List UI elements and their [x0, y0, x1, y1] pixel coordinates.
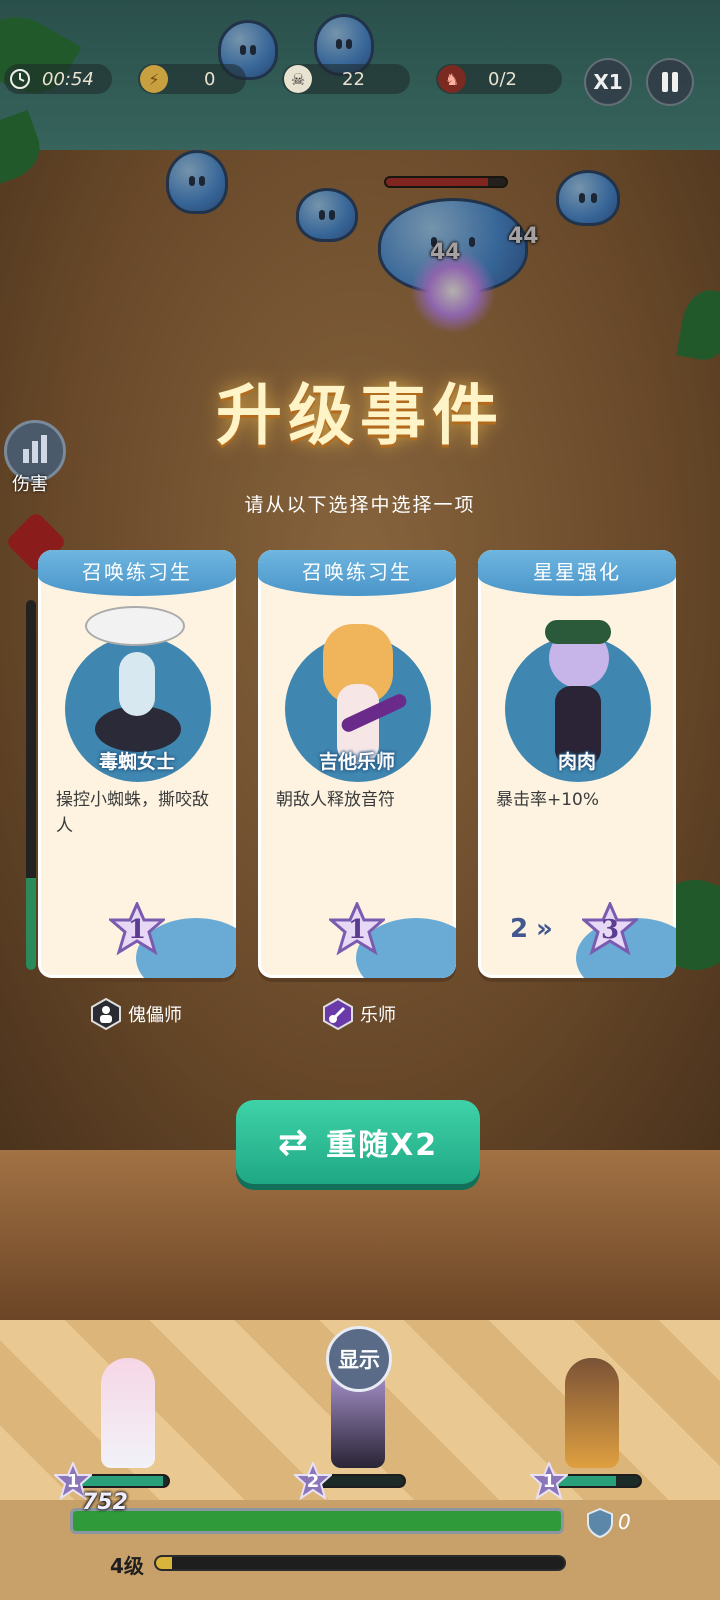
- card-description: 操控小蜘蛛，撕咬敌人: [56, 790, 209, 836]
- upgrade-card-star-boost[interactable]: 星星强化 肉肉 暴击率+10% 2 » 3: [478, 550, 676, 978]
- player-level: 4级: [110, 1554, 144, 1578]
- hero-brown-warrior[interactable]: [552, 1338, 632, 1468]
- star-level-badge: 3: [582, 902, 638, 958]
- reroll-label: 重随X2: [326, 1128, 439, 1163]
- hero-star-badge: 2: [294, 1462, 332, 1500]
- upgrade-arrow-icon: »: [536, 914, 553, 944]
- pause-button[interactable]: [646, 58, 694, 106]
- hat: [85, 606, 185, 646]
- class-tag-puppeteer: 傀儡师: [90, 998, 182, 1030]
- shield-icon: [587, 1508, 613, 1538]
- upgrade-card-spider-lady[interactable]: 召唤练习生 毒蜘女士 操控小蜘蛛，撕咬敌人 1: [38, 550, 236, 978]
- character-name: 肉肉: [557, 751, 596, 773]
- class-name: 乐师: [360, 1005, 396, 1026]
- base-hp-fill: [73, 1511, 561, 1531]
- show-button[interactable]: 显示: [326, 1326, 392, 1392]
- skull-icon: ☠: [284, 65, 312, 93]
- event-title: 升级事件: [216, 376, 504, 454]
- hero-sprite: [101, 1358, 155, 1468]
- hero-sprite: [565, 1358, 619, 1468]
- xp-bar: [154, 1555, 566, 1571]
- puppet-icon: [90, 998, 122, 1030]
- guitar-icon: [322, 998, 354, 1030]
- upgrade-card-guitarist[interactable]: 召唤练习生 吉他乐师 朝敌人释放音符 1: [258, 550, 456, 978]
- star-level-badge: 1: [329, 902, 385, 958]
- base-hp-bar: [70, 1508, 564, 1534]
- hero-star-level: 1: [66, 1470, 80, 1492]
- character-hat: [545, 620, 611, 644]
- star-level: 3: [600, 915, 620, 945]
- timer-value: 00:54: [42, 68, 94, 90]
- base-hp-value: 752: [82, 1490, 128, 1515]
- class-name: 傀儡师: [128, 1005, 182, 1026]
- pause-icon: [662, 72, 678, 92]
- kill-count: 22: [342, 68, 365, 90]
- character-name: 毒蜘女士: [98, 751, 175, 773]
- coin-icon: ⚡: [140, 65, 168, 93]
- hero-star-level: 2: [306, 1470, 320, 1492]
- hero-star-level: 1: [542, 1470, 556, 1492]
- speed-button[interactable]: X1: [584, 58, 632, 106]
- coin-count: 0: [204, 68, 216, 90]
- character-name: 吉他乐师: [318, 751, 395, 773]
- hero-bunny-gunner[interactable]: [88, 1338, 168, 1468]
- timer-pill: 00:54: [4, 64, 112, 94]
- coin-pill: ⚡ 0: [138, 64, 246, 94]
- clock-icon: [6, 65, 34, 93]
- demon-icon: ♞: [438, 65, 466, 93]
- class-tag-musician: 乐师: [322, 998, 396, 1030]
- card-header: 召唤练习生: [258, 550, 456, 596]
- reroll-button[interactable]: ⇄ 重随X2: [236, 1100, 480, 1184]
- event-subtitle: 请从以下选择中选择一项: [244, 494, 476, 516]
- card-header: 召唤练习生: [38, 550, 236, 596]
- boss-progress: 0/2: [488, 68, 517, 90]
- wave-progress-bar: [26, 600, 36, 970]
- boss-pill: ♞ 0/2: [436, 64, 562, 94]
- star-level: 1: [127, 915, 147, 945]
- kill-pill: ☠ 22: [282, 64, 410, 94]
- star-level-badge: 1: [109, 902, 165, 958]
- refresh-icon: ⇄: [277, 1121, 311, 1163]
- xp-fill: [156, 1557, 173, 1569]
- card-description: 朝敌人释放音符: [276, 790, 395, 810]
- card-description: 暴击率+10%: [496, 790, 600, 810]
- character-body: [119, 652, 155, 716]
- star-level: 1: [347, 915, 367, 945]
- card-header: 星星强化: [478, 550, 676, 596]
- star-from-level: 2: [510, 914, 529, 944]
- hero-star-badge: 1: [530, 1462, 568, 1500]
- shield-value: 0: [618, 1510, 631, 1534]
